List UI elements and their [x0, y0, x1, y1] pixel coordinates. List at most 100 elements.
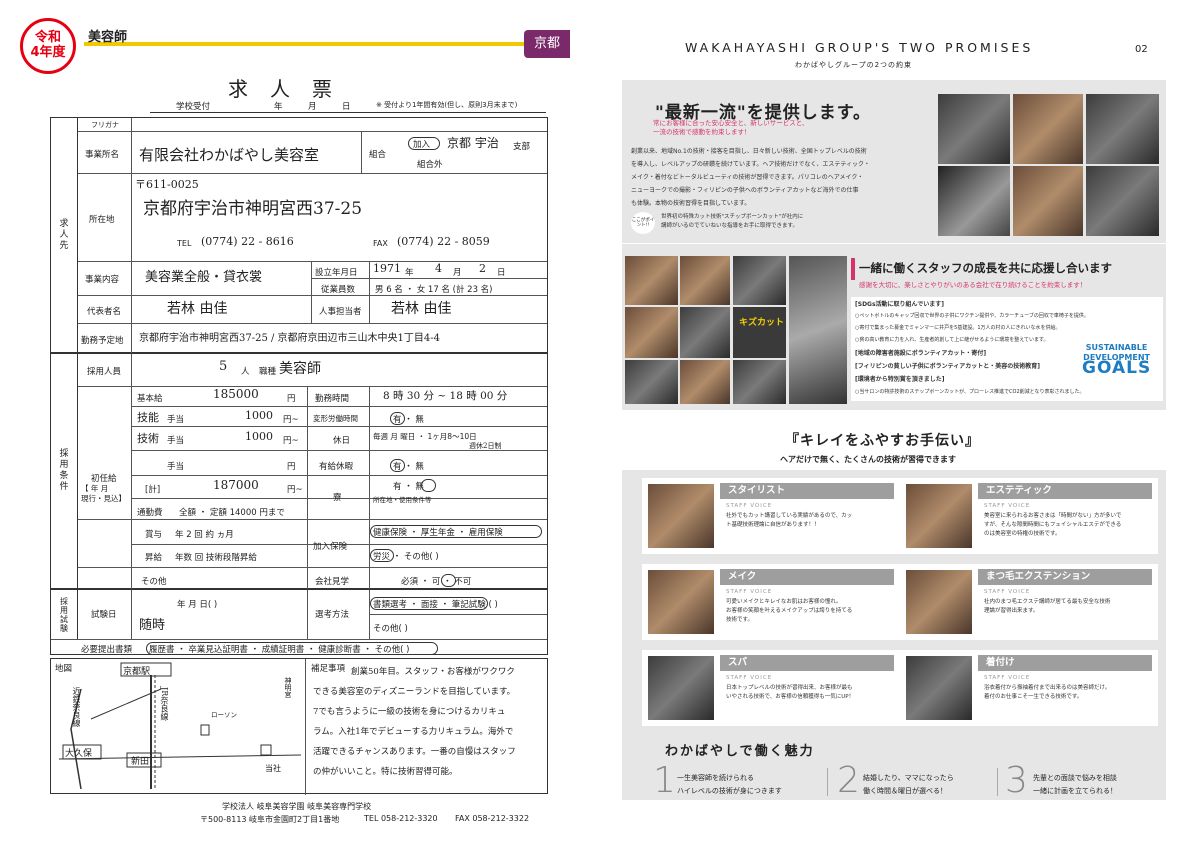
exam-date: 随時	[139, 618, 166, 633]
bonus: 年 2 回 約 ヵ月	[175, 530, 234, 540]
title-underline	[84, 42, 524, 46]
divider	[51, 639, 547, 640]
divider	[78, 131, 547, 132]
note-line: 活躍できるチャンスあります。一番の自慢はスタッフ	[313, 747, 516, 757]
allowance-2-unit: 円~	[283, 436, 299, 446]
sdgs-item: [フィリピンの貧しい子供にボランティアカットと・美容の技術教育]	[855, 363, 1041, 370]
founded-label: 設立年月日	[315, 268, 358, 278]
reception-note: ※ 受付より1年間有効(但し、原則3月末まで)	[376, 101, 518, 109]
photo-children	[733, 256, 786, 305]
skill-text-line: 浴衣着付から振袖着付まで出来るのは美容師だけ。	[984, 685, 1111, 691]
conditions-side-label: 採 用 条 件	[51, 354, 78, 588]
photo-training	[733, 360, 786, 404]
fax: (0774) 22 - 8059	[397, 235, 490, 248]
note-line: ラム。入社1年でデビューする力リキュラム。海外で	[313, 727, 514, 737]
exam-date-label: 試験日	[91, 610, 117, 620]
postal-code: 〒611-0025	[135, 178, 199, 191]
sdgs-item: [地域の障害者施設にボランティアカット・寄付]	[855, 350, 987, 357]
promise-1-tagline: 一流の技術で感動を約束します！	[653, 128, 751, 136]
union-branch: 京都 宇治	[447, 136, 499, 150]
sdgs-item: ○当サロンの特許技術のステップボーンカットが、プローレス推進でCO2削減となり表…	[855, 389, 1085, 395]
job-listing-page: 令和 4年度 美容師 京都 求人票 学校受付 年 月 日 ※ 受付より1年間有効…	[0, 0, 595, 842]
initial-pay-sub: 【 年 月 現行・見込】	[81, 484, 126, 503]
visit: 必須 ・ 可 ・ 不可	[401, 574, 471, 587]
sdgs-logo-line: SUSTAINABLE	[1085, 343, 1148, 352]
skill-text-line: お客様の笑顔を叶えるメイクアップは誇りを持てる	[726, 608, 853, 614]
divider	[369, 386, 370, 590]
skill-text-line: 技術です。	[726, 617, 753, 623]
staff-voice-label: STAFF VOICE	[726, 675, 773, 681]
allowance-1-name: 技能	[137, 411, 159, 424]
hires-label: 採用人員	[87, 367, 122, 377]
role: 美容師	[279, 361, 321, 377]
method: 書類選考 ・ 面接 ・ 筆記試験 ( )	[370, 597, 498, 610]
map-jr: JR奈良線	[160, 687, 169, 721]
notes-label: 補足事項	[311, 664, 346, 674]
sdgs-item: ○ペットボトルのキャップ回収で世界の子供にワクチン提供や、カラーチューブの回収で…	[855, 313, 1089, 319]
dorm: 有 ・ 無	[393, 479, 436, 492]
note-line: 創業50年目。スタッフ・お客様がワクワク	[351, 667, 515, 677]
union-joined: 加入	[408, 137, 440, 150]
promise-1-tagline: 常にお客様に合った安心安全と、新しいサービスと、	[653, 119, 809, 127]
selected-circle	[370, 549, 394, 562]
divider	[131, 590, 132, 639]
job-title: 美容師	[88, 30, 128, 45]
hours-label: 勤務時間	[315, 394, 350, 404]
photo-models	[1013, 94, 1083, 164]
allowance-1-value: 1000	[245, 409, 273, 422]
holiday: 毎週 月 曜日 ・ 1ヶ月8～10日	[373, 432, 477, 441]
map-shrine: 神明宮	[284, 677, 292, 698]
reception-day: 日	[342, 102, 351, 112]
divider	[78, 295, 547, 296]
insurance-2: 労災 ・ その他( )	[370, 549, 439, 562]
raise: 年数 回 技術段階昇給	[175, 553, 257, 563]
promise-1-body: 創業以来、地域No.1の技術・接客を目指し、日々新しい技術、全国トップレベルの技…	[631, 148, 867, 155]
divider	[78, 323, 547, 324]
map-our-salon: 当社	[265, 764, 281, 773]
exam-section: 採 用 試 験 試験日 年 月 日( ) 随時 選考方法 書類選考 ・ 面接 ・…	[50, 589, 548, 655]
divider	[307, 386, 308, 590]
conditions-section: 採 用 条 件 採用人員 5 人 職種 美容師 基本給 185000 円 勤務時…	[50, 353, 548, 590]
holiday-label: 休日	[333, 436, 351, 446]
skill-photo	[648, 656, 714, 720]
employer-side-label: 求 人 先	[51, 118, 78, 352]
region-tag: 京都	[524, 30, 570, 58]
divider	[131, 475, 547, 476]
total-unit: 円~	[287, 485, 303, 495]
charm-title: わかばやしで働く魅力	[665, 744, 815, 759]
insurance-1: 健康保険 ・ 厚生年金 ・ 雇用保険	[370, 525, 542, 538]
skill-card-eyelash: まつ毛エクステンション STAFF VOICE 社内のまつ毛エクステ講師が居てる…	[900, 564, 1158, 640]
address-label: 所在地	[89, 215, 115, 225]
hr-label: 人事担当者	[319, 307, 362, 317]
photo-styling	[789, 256, 847, 404]
photo-bridal	[938, 94, 1010, 164]
hr-contact: 若林 由佳	[391, 301, 452, 317]
skill-photo	[648, 570, 714, 634]
promise-1-body: も体験。本物の技術習得を目指しています。	[631, 200, 751, 207]
charm-item-3: 先輩との面談で悩みを相談 一緒に計画を立てられる！	[1033, 772, 1117, 798]
selected-circle	[146, 642, 438, 655]
divider	[305, 659, 306, 795]
commute: 全額 ・ 定額 14000 円まで	[179, 508, 285, 518]
promo-title: WAKAHAYASHI GROUP'S TWO PROMISES	[685, 40, 1034, 55]
founded-month-unit: 月	[453, 268, 462, 278]
map-kintetsu: 近鉄奈良線	[72, 687, 81, 727]
divider	[131, 406, 547, 407]
divider	[131, 118, 132, 354]
divider	[78, 386, 547, 387]
map-shinden: 新田	[131, 757, 150, 767]
selected-circle	[441, 574, 456, 587]
dorm-note: 所在地・使用条件等	[373, 496, 432, 504]
divider	[622, 243, 1166, 244]
skill-photo	[906, 656, 972, 720]
divider	[307, 590, 308, 639]
photo-volunteer	[625, 256, 678, 305]
charm-line: 一緒に計画を立てられる！	[1033, 787, 1117, 795]
divider	[131, 354, 132, 590]
form-title: 求人票	[228, 77, 354, 101]
side-text: 求 人 先	[59, 218, 69, 251]
skill-photo	[648, 484, 714, 548]
staff-voice-label: STAFF VOICE	[984, 589, 1031, 595]
allowance-1-label: 手当	[167, 415, 185, 425]
charm-item-1: 一生美容師を続けられる ハイレベルの技術が身につきます	[677, 772, 782, 798]
